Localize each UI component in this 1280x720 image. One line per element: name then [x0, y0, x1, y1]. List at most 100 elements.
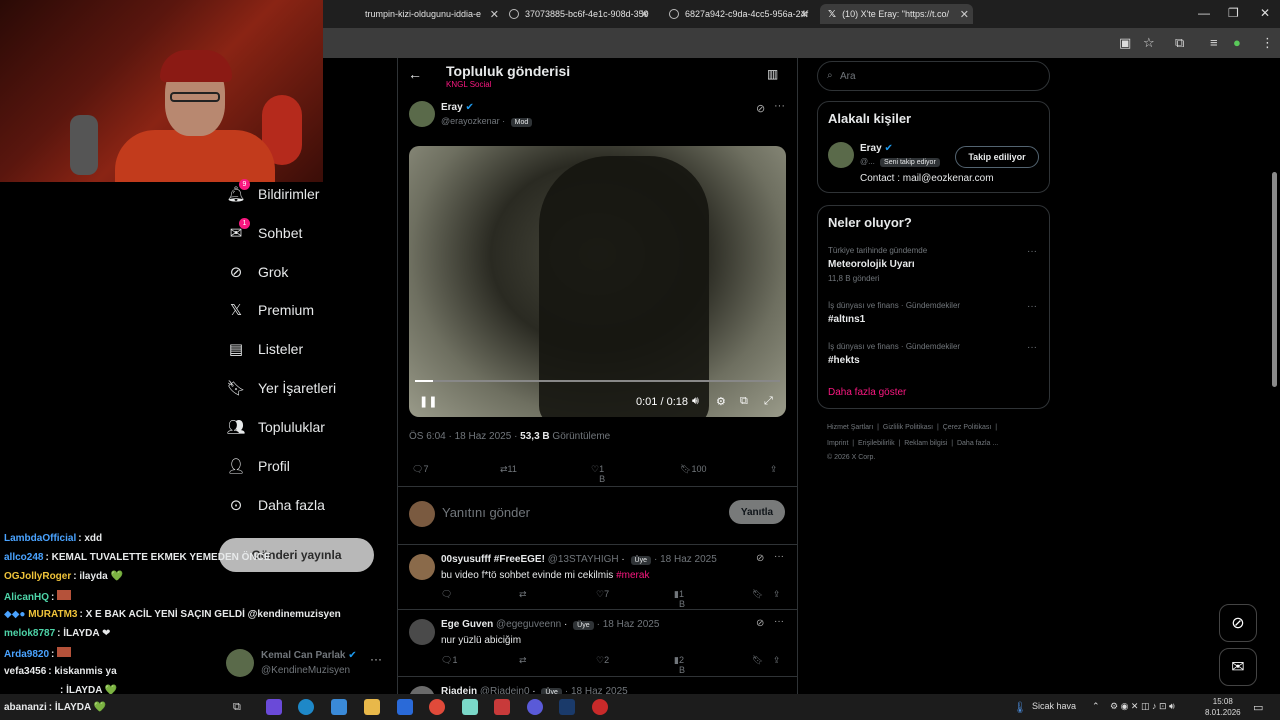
following-button[interactable]: Takip ediliyor [955, 146, 1039, 168]
like-action[interactable]: ♡ 2 [596, 655, 609, 666]
browser-tab[interactable]: 37073885-bc6f-4e1c-908d-359 ✕ [503, 4, 653, 24]
reply-action[interactable]: 🗨︎ 1 [441, 655, 457, 666]
footer-link[interactable]: Imprint [827, 440, 848, 447]
pause-icon[interactable]: ❚❚ [419, 395, 437, 408]
share-icon[interactable]: ⇪ [773, 589, 781, 600]
share-icon[interactable]: ⇪ [770, 464, 778, 475]
back-arrow-icon[interactable]: ← [408, 66, 422, 82]
weather-text[interactable]: Sicak hava [1032, 701, 1076, 711]
nav-item-communities[interactable]: 👥︎ Topluluklar [226, 417, 324, 437]
app-icon[interactable] [462, 699, 478, 715]
reply-input[interactable]: Yanıtını gönder [442, 505, 530, 520]
search-input[interactable]: ⌕ Ara [817, 61, 1050, 91]
related-name[interactable]: Eray ✔ [860, 143, 893, 154]
more-icon[interactable]: ··· [370, 652, 382, 666]
footer-link[interactable]: Daha fazla ... [957, 440, 998, 447]
reader-icon[interactable]: ▥ [767, 67, 778, 81]
views-action[interactable]: ▮ 2 B [674, 655, 685, 675]
bookmark-icon[interactable]: 🔖︎ [752, 655, 763, 666]
reply-button[interactable]: Yanıtla [729, 500, 785, 524]
more-icon[interactable]: ··· [774, 616, 784, 627]
more-icon[interactable]: ··· [1027, 342, 1037, 353]
more-icon[interactable]: ··· [1027, 301, 1037, 312]
reply-item[interactable]: Ege Guven @egeguveenn · Üye · 18 Haz 2025… [398, 611, 797, 677]
tray-chevron-icon[interactable]: ⌃ [1092, 701, 1100, 712]
bookmark-action[interactable]: 🔖︎ 100 [680, 464, 706, 475]
browser-tab-active[interactable]: 𝕏 (10) X'te Eray: "https://t.co/ ✕ [820, 4, 973, 24]
mail-app-icon[interactable] [397, 699, 413, 715]
nav-item-grok[interactable]: ⊘ Grok [226, 262, 289, 282]
nav-item-lists[interactable]: ▤ Listeler [226, 339, 303, 359]
nav-item-profile[interactable]: 👤︎ Profil [226, 456, 289, 476]
share-icon[interactable]: ⇪ [773, 655, 781, 666]
grok-icon[interactable]: ⊘ [756, 553, 764, 564]
task-view-icon[interactable]: ⧉ [233, 701, 241, 714]
repost-icon[interactable]: ⇄ [519, 589, 527, 600]
discord-icon[interactable] [527, 699, 543, 715]
profile-icon[interactable]: ● [1233, 35, 1241, 50]
menu-icon[interactable]: ⋮ [1261, 35, 1274, 51]
nav-item-premium[interactable]: 𝕏 Premium [226, 300, 314, 320]
nav-item-more[interactable]: ⊙ Daha fazla [226, 495, 325, 515]
more-icon[interactable]: ··· [774, 100, 785, 112]
notification-icon[interactable]: ▭ [1253, 701, 1263, 714]
browser-tab[interactable]: trumpin-kizi-oldugunu-iddia-e ✕ [353, 4, 503, 24]
bookmark-icon[interactable]: 🔖︎ [752, 589, 763, 600]
reply-action[interactable]: 🗨︎ 7 [412, 464, 428, 475]
video-progress[interactable] [415, 380, 780, 382]
show-more-link[interactable]: Daha fazla göster [828, 387, 906, 398]
messages-float-button[interactable]: ✉ [1219, 648, 1257, 686]
app-icon[interactable] [592, 699, 608, 715]
copilot-icon[interactable] [266, 699, 282, 715]
close-icon[interactable]: ✕ [800, 8, 809, 21]
pip-icon[interactable]: ⧉ [740, 395, 748, 408]
like-action[interactable]: ♡ 1 B [591, 464, 605, 484]
media-icon[interactable]: ≡ [1210, 35, 1218, 50]
app-icon[interactable] [494, 699, 510, 715]
footer-link[interactable]: Hizmet Şartları [827, 424, 873, 431]
settings-icon[interactable]: ⚙ [716, 395, 726, 408]
fullscreen-icon[interactable]: ⤢ [764, 395, 773, 408]
views-action[interactable]: ▮ 1 B [674, 589, 685, 609]
browser-tab[interactable]: 6827a942-c9da-4cc5-956a-24f ✕ [663, 4, 813, 24]
avatar[interactable] [828, 142, 854, 168]
author-avatar[interactable] [409, 101, 435, 127]
footer-link[interactable]: Gizlilik Politikası [883, 424, 933, 431]
extensions-icon[interactable]: ⧉ [1175, 35, 1184, 51]
grok-icon[interactable]: ⊘ [756, 102, 765, 115]
restore-icon[interactable]: ❐ [1228, 6, 1239, 20]
clock[interactable]: 15:08 8.01.2026 [1205, 696, 1241, 718]
repost-icon[interactable]: ⇄ [519, 655, 527, 666]
footer-link[interactable]: Reklam bilgisi [904, 440, 947, 447]
nav-item-bookmarks[interactable]: 🔖︎ Yer İşaretleri [226, 378, 336, 398]
community-name[interactable]: KNGL Social [446, 80, 492, 89]
scrollbar-thumb[interactable] [1272, 172, 1277, 387]
close-icon[interactable]: ✕ [490, 8, 499, 21]
steam-icon[interactable] [559, 699, 575, 715]
close-icon[interactable]: ✕ [640, 8, 649, 21]
avatar[interactable] [409, 554, 435, 580]
folder-icon[interactable] [364, 699, 380, 715]
grok-icon[interactable]: ⊘ [756, 618, 764, 629]
reply-icon[interactable]: 🗨︎ [441, 589, 452, 600]
more-icon[interactable]: ··· [1027, 246, 1037, 257]
footer-link[interactable]: Çerez Politikası [943, 424, 992, 431]
more-icon[interactable]: ··· [774, 551, 784, 562]
grok-float-button[interactable]: ⊘ [1219, 604, 1257, 642]
volume-icon[interactable]: 🔊︎ [692, 395, 699, 408]
store-icon[interactable] [331, 699, 347, 715]
star-icon[interactable]: ☆ [1143, 35, 1155, 51]
close-icon[interactable]: ✕ [960, 8, 969, 21]
avatar[interactable] [409, 619, 435, 645]
tray-icons[interactable]: ⚙ ◉ ✕ ◫ ♪ ⊡ 🔊︎ [1110, 701, 1175, 712]
window-close-icon[interactable]: ✕ [1260, 6, 1270, 20]
minimize-icon[interactable]: — [1198, 6, 1210, 20]
repost-action[interactable]: ⇄ 11 [500, 464, 517, 475]
author-name[interactable]: Eray ✔ [441, 102, 474, 113]
nav-item-chat[interactable]: ✉ 1 Sohbet [226, 218, 302, 243]
like-action[interactable]: ♡ 7 [596, 589, 609, 600]
footer-link[interactable]: Erişilebilirlik [858, 440, 895, 447]
reply-item[interactable]: 00syusufff #FreeEGE! @13STAYHIGH · Üye · … [398, 546, 797, 610]
edge-icon[interactable] [298, 699, 314, 715]
nav-item-notifications[interactable]: 🔔︎ 9 Bildirimler [226, 179, 319, 204]
